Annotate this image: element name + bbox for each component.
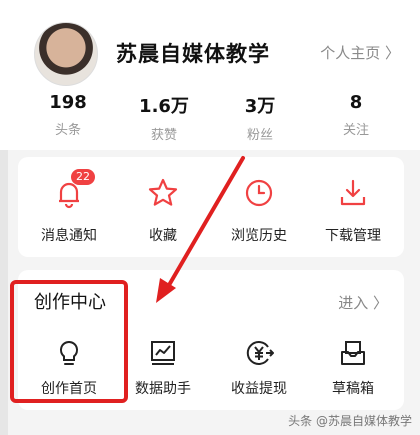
creator-item-label: 数据助手 <box>135 381 191 397</box>
quick-label: 下载管理 <box>325 228 381 244</box>
download-icon <box>335 175 371 211</box>
stat-following[interactable]: 8 关注 <box>316 92 396 138</box>
stat-value: 1.6万 <box>139 96 189 117</box>
stat-label: 粉丝 <box>246 128 273 143</box>
quick-label: 浏览历史 <box>231 228 287 244</box>
clock-icon <box>241 175 277 211</box>
profile-header: 苏晨自媒体教学 个人主页 〉 198 头条 1.6万 获赞 3万 粉丝 8 关注 <box>0 0 420 150</box>
stat-articles[interactable]: 198 头条 <box>28 92 108 138</box>
stat-followers[interactable]: 3万 粉丝 <box>220 92 300 143</box>
quick-actions-card: 22 消息通知 收藏 浏览历史 下载管理 <box>18 157 404 257</box>
watermark: 头条 @苏晨自媒体教学 <box>288 414 412 428</box>
left-edge-strip <box>0 150 8 435</box>
quick-label: 消息通知 <box>41 228 97 244</box>
stat-value: 3万 <box>244 96 276 117</box>
quick-label: 收藏 <box>149 228 177 244</box>
notification-badge: 22 <box>71 169 95 185</box>
star-icon <box>145 175 181 211</box>
stat-label: 头条 <box>54 123 81 138</box>
notifications-item[interactable]: 22 消息通知 <box>24 169 114 245</box>
favorites-item[interactable]: 收藏 <box>118 175 208 245</box>
stat-value: 198 <box>49 92 87 113</box>
profile-home-link[interactable]: 个人主页 〉 <box>320 42 400 63</box>
data-assistant-item[interactable]: 数据助手 <box>118 338 208 398</box>
stat-value: 8 <box>349 92 363 113</box>
stat-likes[interactable]: 1.6万 获赞 <box>124 92 204 143</box>
yuan-coin-icon <box>244 338 275 368</box>
creator-item-label: 收益提现 <box>231 381 287 397</box>
downloads-item[interactable]: 下载管理 <box>308 175 398 245</box>
stat-label: 获赞 <box>150 128 177 143</box>
stats-row: 198 头条 1.6万 获赞 3万 粉丝 8 关注 <box>0 92 420 143</box>
draft-box-icon <box>338 338 368 368</box>
username: 苏晨自媒体教学 <box>116 42 270 66</box>
drafts-item[interactable]: 草稿箱 <box>308 338 398 398</box>
chart-icon <box>148 338 178 368</box>
creator-enter-link[interactable]: 进入 〉 <box>338 292 388 313</box>
highlight-box <box>10 280 128 403</box>
stat-label: 关注 <box>342 123 369 138</box>
creator-item-label: 草稿箱 <box>332 381 374 397</box>
bell-icon: 22 <box>51 169 95 211</box>
earnings-withdraw-item[interactable]: 收益提现 <box>214 338 304 398</box>
avatar[interactable] <box>34 22 98 86</box>
history-item[interactable]: 浏览历史 <box>214 175 304 245</box>
